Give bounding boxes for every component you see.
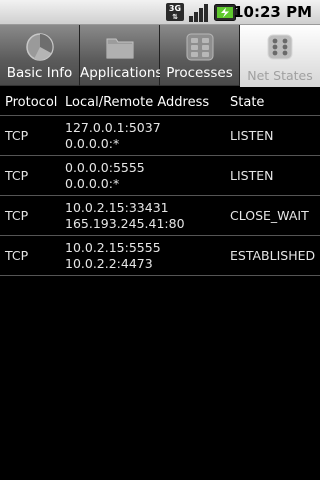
- grid-icon: [186, 33, 213, 61]
- header-protocol: Protocol: [5, 95, 58, 110]
- header-address: Local/Remote Address: [65, 95, 210, 110]
- network-type-label: 3G: [168, 4, 182, 13]
- tab-label: Basic Info: [6, 65, 73, 81]
- signal-strength-icon: [189, 4, 208, 22]
- tab-label: Net States: [247, 68, 313, 83]
- header-state: State: [230, 95, 265, 110]
- folder-icon: [106, 38, 133, 59]
- table-header: Protocol Local/Remote Address State: [0, 88, 320, 116]
- tab-basic-info[interactable]: Basic Info: [0, 25, 80, 86]
- address-cell: 10.0.2.15:5555 10.0.2.2:4473: [65, 240, 161, 272]
- protocol-cell: TCP: [5, 168, 29, 183]
- tab-label: Processes: [166, 65, 233, 81]
- table-row[interactable]: TCP 10.0.2.15:5555 10.0.2.2:4473 ESTABLI…: [0, 236, 320, 276]
- clock: 10:23 PM: [233, 3, 312, 21]
- local-address: 10.0.2.15:33431: [65, 200, 169, 215]
- tab-bar: Basic Info Applications Processes Net St…: [0, 25, 320, 87]
- local-address: 10.0.2.15:5555: [65, 240, 161, 255]
- state-cell: LISTEN: [230, 128, 274, 143]
- protocol-cell: TCP: [5, 248, 29, 263]
- status-bar: 3G ⇅ 10:23 PM: [0, 0, 320, 25]
- protocol-cell: TCP: [5, 208, 29, 223]
- address-cell: 127.0.0.1:5037 0.0.0.0:*: [65, 120, 161, 152]
- tab-net-states[interactable]: Net States: [240, 25, 320, 87]
- state-cell: CLOSE_WAIT: [230, 208, 309, 223]
- state-cell: LISTEN: [230, 168, 274, 183]
- tab-label: Applications: [80, 65, 163, 81]
- state-cell: ESTABLISHED: [230, 248, 316, 263]
- remote-address: 0.0.0.0:*: [65, 136, 120, 151]
- pie-chart-icon: [25, 33, 54, 61]
- remote-address: 10.0.2.2:4473: [65, 256, 153, 271]
- tab-applications[interactable]: Applications: [80, 25, 163, 86]
- remote-address: 0.0.0.0:*: [65, 176, 120, 191]
- address-cell: 0.0.0.0:5555 0.0.0.0:*: [65, 160, 145, 192]
- protocol-cell: TCP: [5, 128, 29, 143]
- network-3g-icon: 3G ⇅: [166, 3, 184, 21]
- tab-processes[interactable]: Processes: [160, 25, 240, 86]
- local-address: 0.0.0.0:5555: [65, 160, 145, 175]
- table-row[interactable]: TCP 0.0.0.0:5555 0.0.0.0:* LISTEN: [0, 156, 320, 196]
- table-row[interactable]: TCP 127.0.0.1:5037 0.0.0.0:* LISTEN: [0, 116, 320, 156]
- remote-address: 165.193.245.41:80: [65, 216, 185, 231]
- dice-icon: [267, 34, 293, 60]
- local-address: 127.0.0.1:5037: [65, 120, 161, 135]
- address-cell: 10.0.2.15:33431 165.193.245.41:80: [65, 200, 185, 232]
- table-row[interactable]: TCP 10.0.2.15:33431 165.193.245.41:80 CL…: [0, 196, 320, 236]
